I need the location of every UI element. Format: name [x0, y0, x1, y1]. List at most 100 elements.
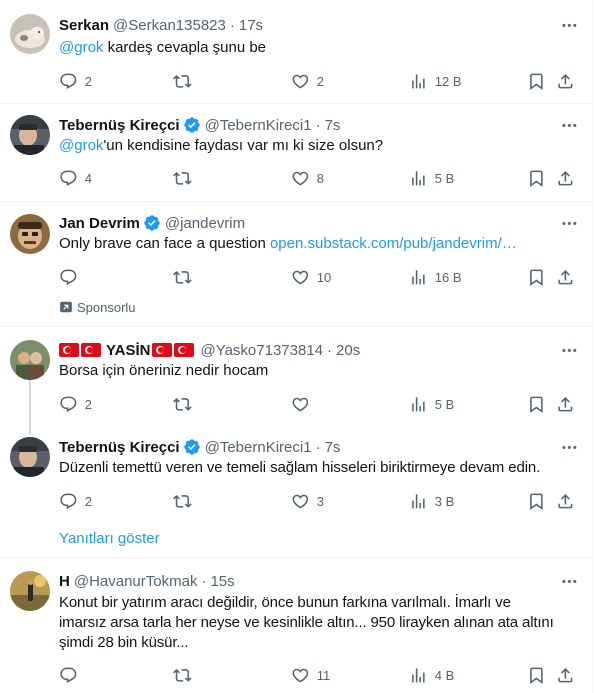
avatar[interactable] — [10, 571, 50, 611]
external-link[interactable]: open.substack.com/pub/jandevrim/… — [270, 235, 517, 252]
author-name[interactable]: Serkan — [59, 17, 109, 34]
share-button[interactable] — [556, 394, 575, 414]
more-options-icon[interactable] — [559, 340, 579, 360]
tweet-text-line: şimdi 28 bin küsür... — [59, 634, 189, 651]
avatar[interactable] — [10, 115, 50, 155]
tweet-havanur[interactable]: H @HavanurTokmak · 15s Konut bir yatırım… — [0, 558, 593, 693]
share-button[interactable] — [556, 665, 575, 685]
timestamp[interactable]: 7s — [325, 439, 341, 456]
retweet-button[interactable] — [173, 665, 199, 685]
views-button[interactable]: 16 B — [409, 267, 462, 287]
reply-button[interactable] — [59, 267, 85, 287]
timestamp[interactable]: 20s — [336, 342, 360, 359]
share-icon — [556, 395, 575, 414]
retweet-button[interactable] — [173, 267, 199, 287]
tweet-serkan[interactable]: Serkan @Serkan135823 · 17s @grok kardeş … — [0, 0, 593, 103]
tweet-text: Borsa için öneriniz nedir hocam — [59, 362, 269, 379]
reply-count: 4 — [84, 170, 92, 186]
more-options-icon[interactable] — [559, 437, 579, 457]
timestamp[interactable]: 15s — [210, 573, 234, 590]
author-handle[interactable]: @TebernKireci1 — [205, 439, 312, 456]
reply-button[interactable]: 2 — [59, 394, 92, 414]
views-button[interactable]: 5 B — [409, 394, 454, 414]
more-options-icon[interactable] — [559, 115, 579, 135]
reply-icon — [59, 395, 78, 414]
like-button[interactable]: 8 — [291, 168, 324, 188]
author-handle[interactable]: @TebernKireci1 — [205, 117, 312, 134]
share-button[interactable] — [556, 71, 575, 91]
reply-count: 2 — [84, 493, 92, 509]
like-button[interactable]: 11 — [291, 665, 330, 685]
retweet-icon — [173, 492, 192, 511]
mention-link[interactable]: @grok — [59, 137, 103, 154]
like-count: 2 — [316, 73, 324, 89]
avatar[interactable] — [10, 340, 50, 380]
share-button[interactable] — [556, 267, 575, 287]
views-button[interactable]: 3 B — [409, 491, 454, 511]
turkey-flag-icon — [152, 343, 173, 357]
retweet-icon — [173, 169, 192, 188]
bookmark-button[interactable] — [527, 267, 546, 287]
author-handle[interactable]: @jandevrim — [165, 215, 245, 232]
mention-link[interactable]: @grok — [59, 39, 103, 56]
author-name[interactable]: YASİN — [106, 342, 150, 359]
reply-button[interactable]: 2 — [59, 491, 92, 511]
more-options-icon[interactable] — [559, 213, 579, 233]
more-options-icon[interactable] — [559, 571, 579, 591]
share-icon — [556, 72, 575, 91]
author-handle[interactable]: @Yasko71373814 — [200, 342, 323, 359]
tweet-tebernus-2[interactable]: Tebernüş Kireçci @TebernKireci1 · 7s Düz… — [0, 430, 593, 556]
verified-badge-icon — [143, 214, 161, 232]
bookmark-button[interactable] — [527, 71, 546, 91]
views-button[interactable]: 12 B — [409, 71, 462, 91]
tweet-text: @grok kardeş cevapla şunu be — [59, 38, 575, 58]
author-name[interactable]: Tebernüş Kireçci — [59, 117, 180, 134]
tweet-promoted-jandevrim[interactable]: Jan Devrim @jandevrim Only brave can fac… — [0, 202, 593, 326]
sponsored-label: Sponsorlu — [59, 299, 136, 315]
author-name[interactable]: Jan Devrim — [59, 215, 140, 232]
views-button[interactable]: 4 B — [409, 665, 454, 685]
share-icon — [556, 169, 575, 188]
bookmark-button[interactable] — [527, 665, 546, 685]
like-button[interactable]: 2 — [291, 71, 324, 91]
bookmark-button[interactable] — [527, 168, 546, 188]
more-options-icon[interactable] — [559, 15, 579, 35]
views-button[interactable]: 5 B — [409, 168, 454, 188]
retweet-button[interactable] — [173, 168, 199, 188]
action-bar: 11 4 B — [59, 665, 584, 685]
timestamp[interactable]: 17s — [239, 17, 263, 34]
like-button[interactable] — [291, 394, 317, 414]
timestamp[interactable]: 7s — [325, 117, 341, 134]
like-button[interactable]: 10 — [291, 267, 331, 287]
retweet-icon — [173, 72, 192, 91]
tweet-yasin[interactable]: YASİN @Yasko71373814 · 20s Borsa için ön… — [0, 327, 593, 430]
retweet-button[interactable] — [173, 71, 199, 91]
retweet-button[interactable] — [173, 491, 199, 511]
action-bar: 2 2 12 B — [59, 71, 584, 91]
avatar[interactable] — [10, 437, 50, 477]
retweet-icon — [173, 666, 192, 685]
like-count: 11 — [316, 667, 331, 683]
reply-icon — [59, 666, 78, 685]
heart-icon — [291, 492, 310, 511]
avatar[interactable] — [10, 14, 50, 54]
bookmark-button[interactable] — [527, 394, 546, 414]
avatar[interactable] — [10, 214, 50, 254]
tweet-text-line: Konut bir yatırım aracı değildir, önce b… — [59, 594, 511, 611]
retweet-button[interactable] — [173, 394, 199, 414]
bookmark-button[interactable] — [527, 491, 546, 511]
reply-button[interactable]: 4 — [59, 168, 92, 188]
share-button[interactable] — [556, 168, 575, 188]
show-replies-link[interactable]: Yanıtları göster — [59, 530, 160, 547]
share-button[interactable] — [556, 491, 575, 511]
like-button[interactable]: 3 — [291, 491, 324, 511]
reply-button[interactable] — [59, 665, 85, 685]
author-name[interactable]: H — [59, 573, 70, 590]
turkey-flag-icon — [81, 343, 101, 357]
author-name[interactable]: Tebernüş Kireçci — [59, 439, 180, 456]
tweet-tebernus-1[interactable]: Tebernüş Kireçci @TebernKireci1 · 7s @gr… — [0, 104, 593, 201]
reply-button[interactable]: 2 — [59, 71, 92, 91]
author-handle[interactable]: @Serkan135823 — [113, 17, 226, 34]
separator-dot: · — [315, 438, 321, 456]
author-handle[interactable]: @HavanurTokmak — [74, 573, 198, 590]
